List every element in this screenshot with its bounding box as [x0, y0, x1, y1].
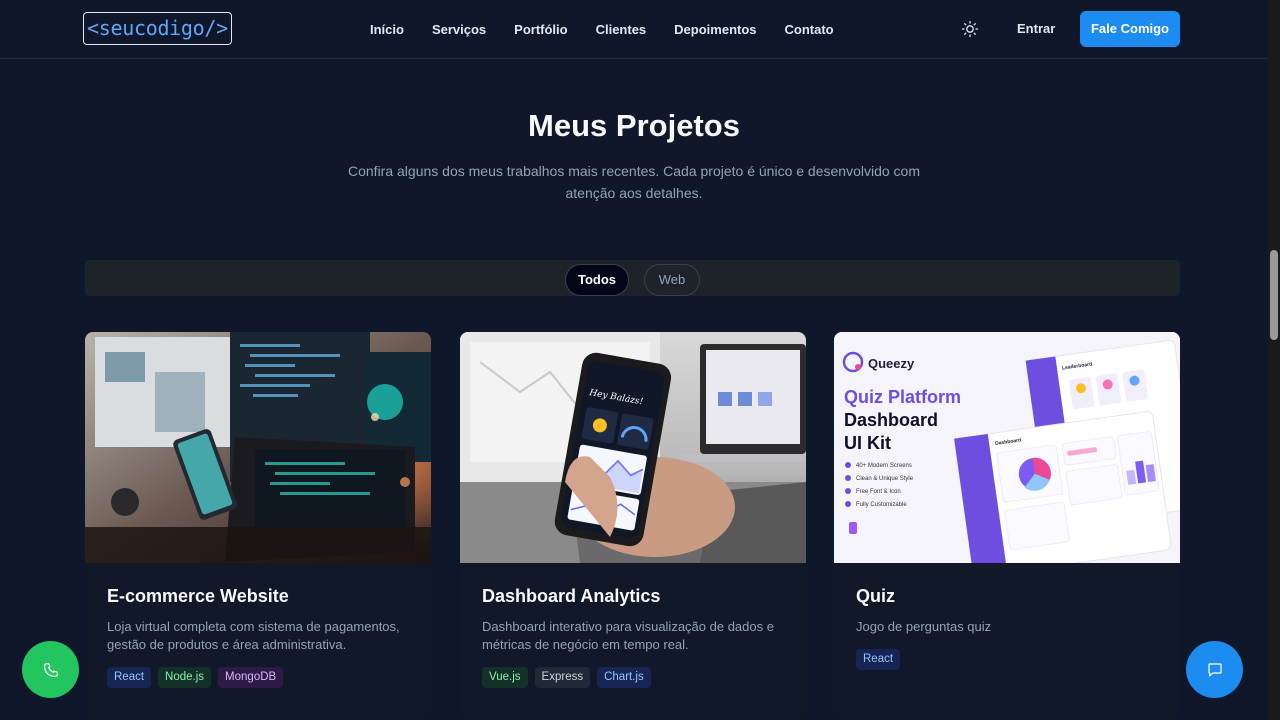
- filter-web[interactable]: Web: [644, 264, 700, 296]
- scrollbar[interactable]: [1268, 0, 1280, 720]
- theme-toggle-svg: [961, 20, 979, 38]
- contact-cta-button[interactable]: Fale Comigo: [1080, 11, 1180, 47]
- tag-express: Express: [534, 667, 591, 688]
- nav-link-depoimentos[interactable]: Depoimentos: [674, 22, 756, 37]
- tag-react: React: [856, 649, 901, 670]
- chat-icon: [1207, 662, 1222, 677]
- nav-link-contato[interactable]: Contato: [785, 22, 834, 37]
- quiz-headline-3: UI Kit: [844, 433, 891, 453]
- project-description: Dashboard interativo para visualização d…: [482, 619, 774, 652]
- quiz-headline-2: Dashboard: [844, 410, 938, 430]
- project-card-quiz[interactable]: Queezy Quiz Platform Dashboard UI Kit 40…: [834, 332, 1180, 720]
- ecommerce-photo: [85, 332, 431, 563]
- login-button[interactable]: Entrar: [1017, 21, 1055, 36]
- nav-link-inicio[interactable]: Início: [370, 22, 404, 37]
- project-title: E-commerce Website: [107, 586, 289, 606]
- quiz-feature-4: Fully Customizable: [856, 502, 907, 508]
- quiz-feature-2: Clean & Unique Style: [856, 476, 914, 482]
- nav-link-clientes[interactable]: Clientes: [596, 22, 647, 37]
- main-nav: Início Serviços Portfólio Clientes Depoi…: [370, 0, 862, 59]
- project-tags: React Node.js MongoDB: [107, 667, 284, 688]
- project-tags: Vue.js Express Chart.js: [482, 667, 651, 688]
- tag-vuejs: Vue.js: [482, 667, 528, 688]
- quiz-feature-1: 40+ Modern Screens: [856, 463, 912, 469]
- project-thumbnail-dashboard: Hey Balázs!: [460, 332, 806, 563]
- project-title: Quiz: [856, 586, 895, 606]
- project-title: Dashboard Analytics: [482, 586, 661, 606]
- dashboard-photo: Hey Balázs!: [460, 332, 806, 563]
- scrollbar-thumb[interactable]: [1270, 250, 1278, 340]
- quiz-feature-3: Free Font & Icon: [856, 489, 901, 495]
- sun-icon[interactable]: [960, 19, 980, 39]
- whatsapp-phone-button[interactable]: [22, 641, 79, 698]
- project-description: Loja virtual completa com sistema de pag…: [107, 619, 400, 652]
- project-card-ecommerce[interactable]: E-commerce Website Loja virtual completa…: [85, 332, 431, 720]
- tag-nodejs: Node.js: [158, 667, 212, 688]
- phone-icon: [43, 662, 58, 677]
- site-logo[interactable]: <seucodigo/>: [83, 12, 232, 45]
- tag-chartjs: Chart.js: [597, 667, 651, 688]
- nav-link-portfolio[interactable]: Portfólio: [514, 22, 567, 37]
- navbar: <seucodigo/> Início Serviços Portfólio C…: [0, 0, 1268, 59]
- filter-todos[interactable]: Todos: [565, 264, 629, 296]
- nav-link-servicos[interactable]: Serviços: [432, 22, 486, 37]
- quiz-mockup: Queezy Quiz Platform Dashboard UI Kit 40…: [834, 332, 1180, 563]
- project-thumbnail-quiz: Queezy Quiz Platform Dashboard UI Kit 40…: [834, 332, 1180, 563]
- section-title: Meus Projetos: [528, 108, 740, 143]
- tag-mongodb: MongoDB: [218, 667, 284, 688]
- quiz-brand: Queezy: [868, 356, 915, 371]
- project-tags: React: [856, 649, 901, 670]
- quiz-headline-1: Quiz Platform: [844, 387, 961, 407]
- project-card-dashboard[interactable]: Hey Balázs! Dashboard Analytics Dashboar…: [460, 332, 806, 720]
- chat-button[interactable]: [1186, 641, 1243, 698]
- tag-react: React: [107, 667, 152, 688]
- project-description: Jogo de perguntas quiz: [856, 619, 992, 634]
- section-subtitle: Confira alguns dos meus trabalhos mais r…: [348, 163, 920, 201]
- project-thumbnail-ecommerce: [85, 332, 431, 563]
- project-filter-bar: Todos Web: [85, 260, 1180, 296]
